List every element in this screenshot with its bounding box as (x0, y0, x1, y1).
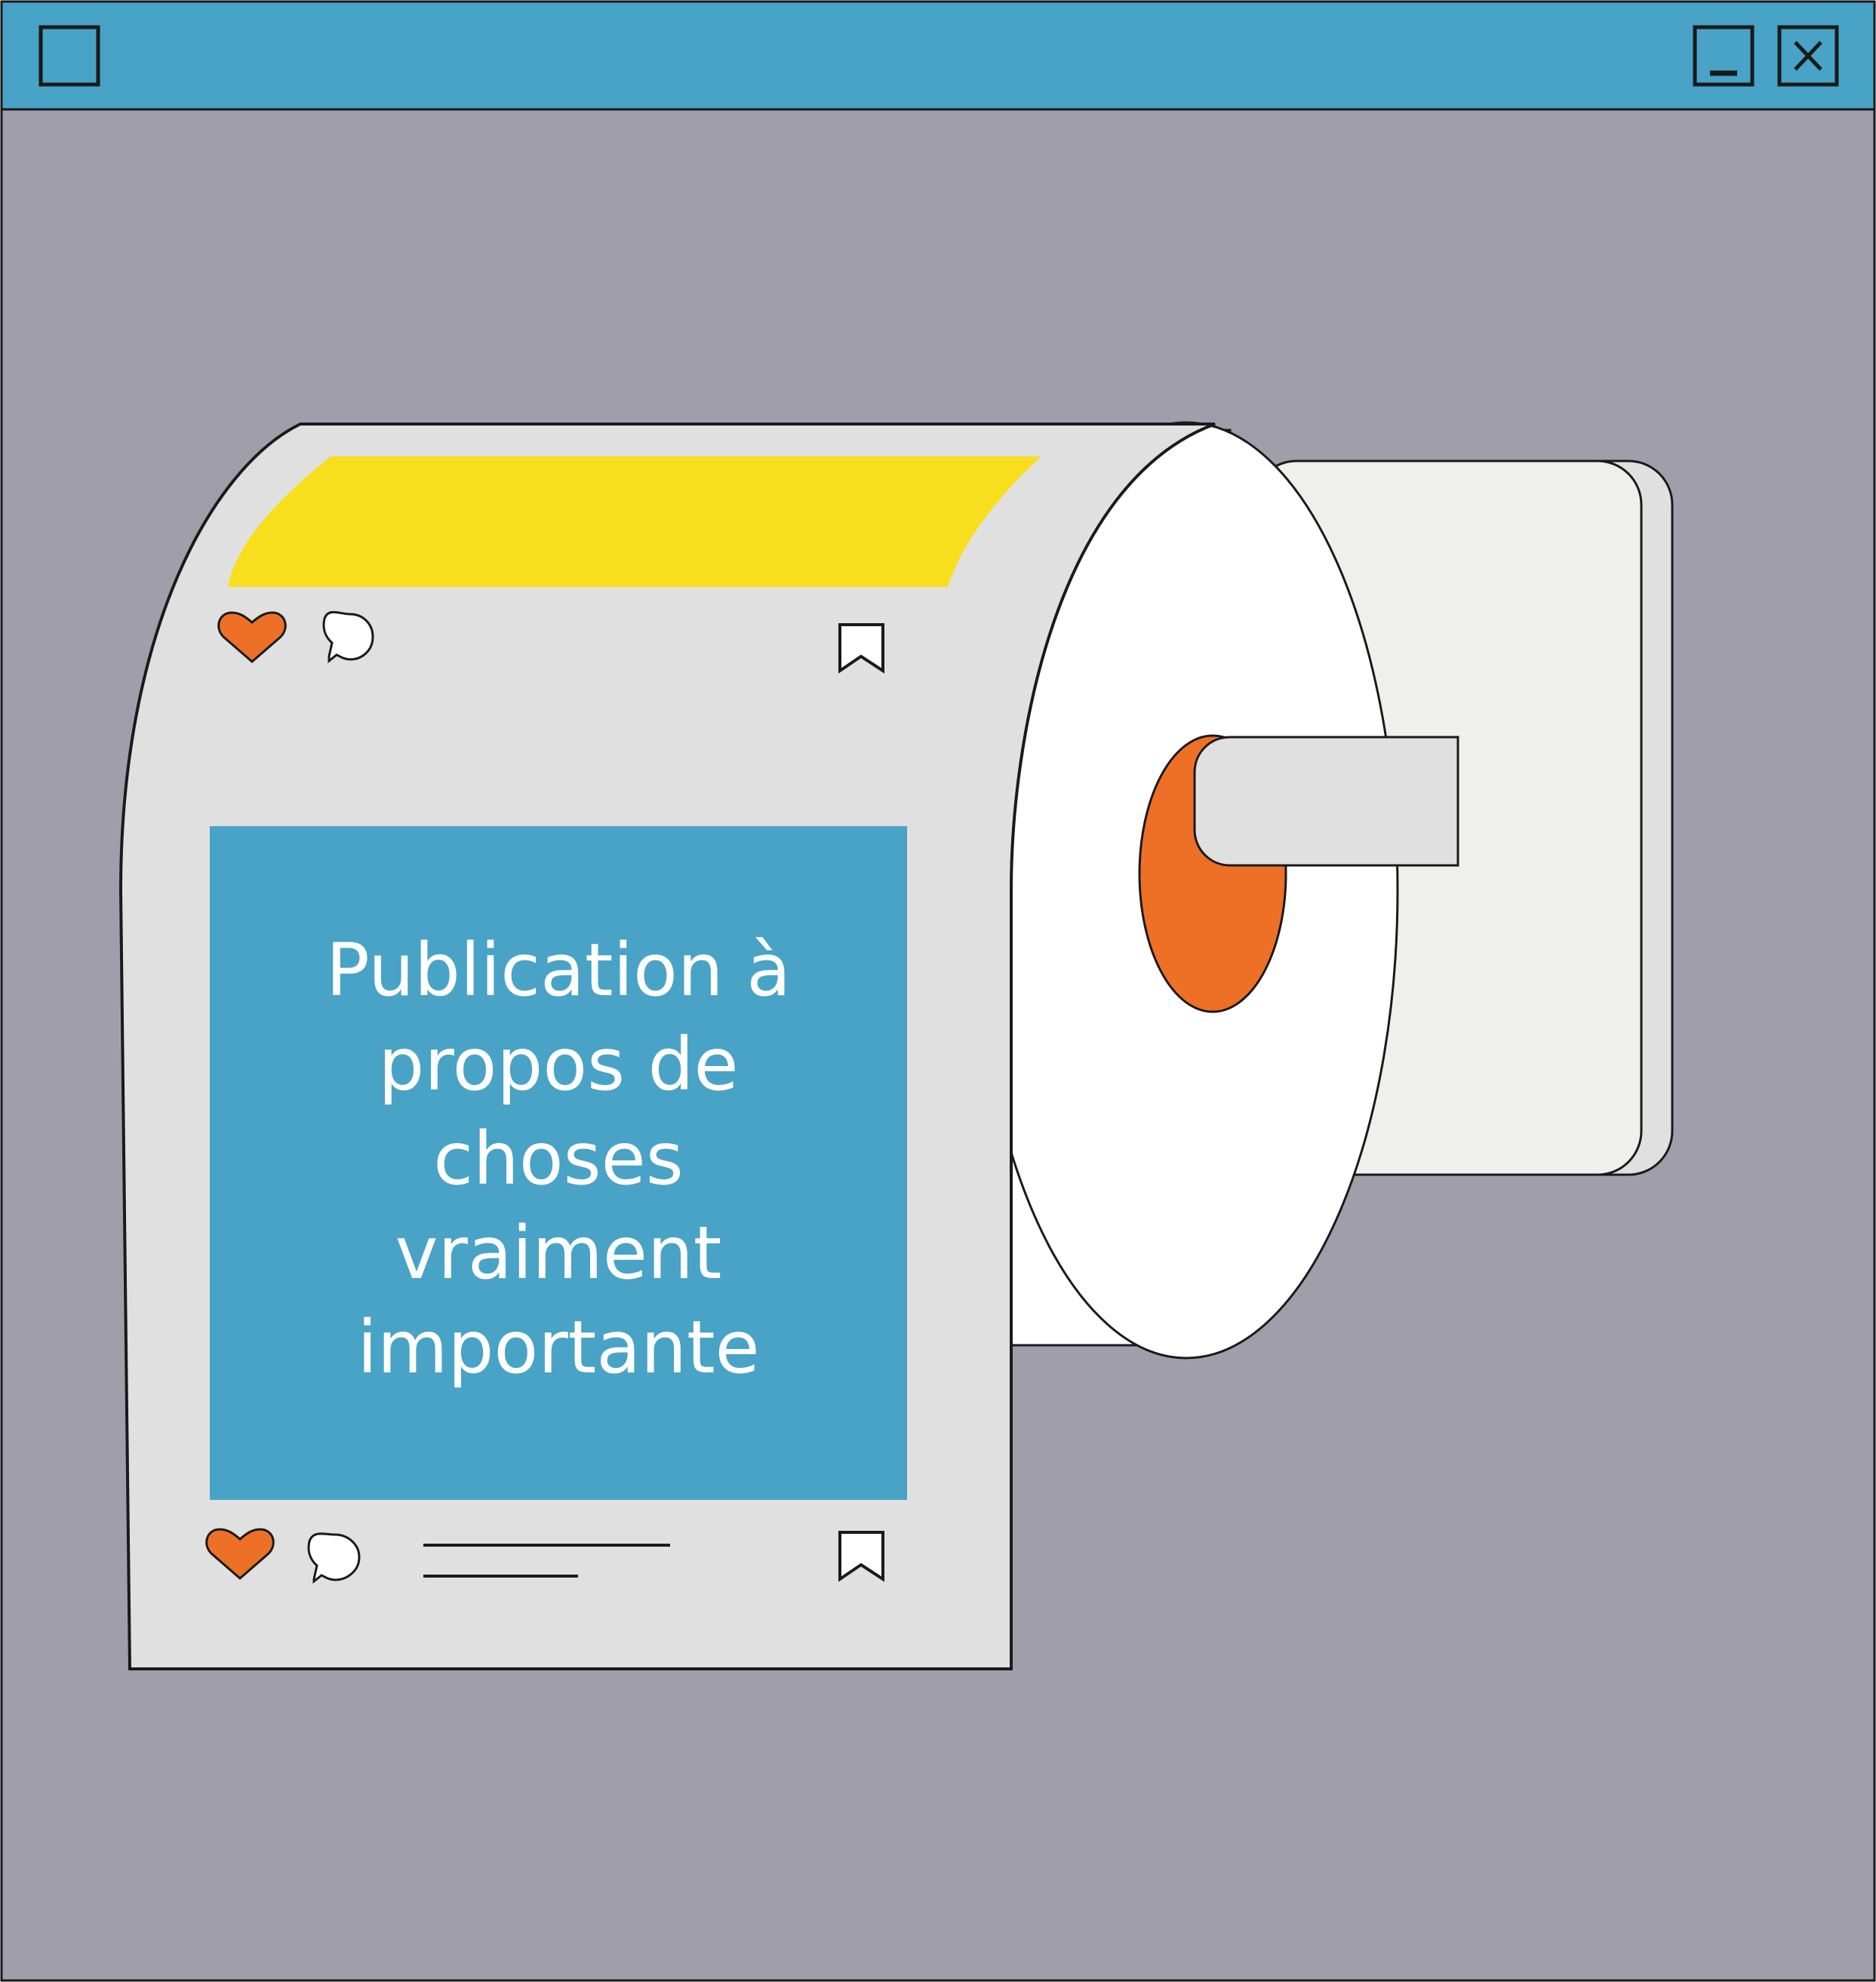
holder-arm (1193, 736, 1459, 867)
app-window: Publication à propos de choses vraiment … (0, 0, 1876, 1982)
post-text-line: vraiment (395, 1211, 722, 1295)
post-text-line: Publication à (325, 928, 792, 1013)
title-bar (0, 0, 1876, 111)
post-header-band (228, 456, 1041, 587)
post-text: Publication à propos de choses vraiment … (210, 826, 907, 1500)
post-text-line: choses (433, 1117, 684, 1201)
post-text-line: importante (357, 1305, 760, 1390)
comment-icon[interactable] (322, 610, 374, 664)
comment-icon[interactable] (307, 1532, 361, 1584)
post-text-line: propos de (378, 1022, 739, 1107)
